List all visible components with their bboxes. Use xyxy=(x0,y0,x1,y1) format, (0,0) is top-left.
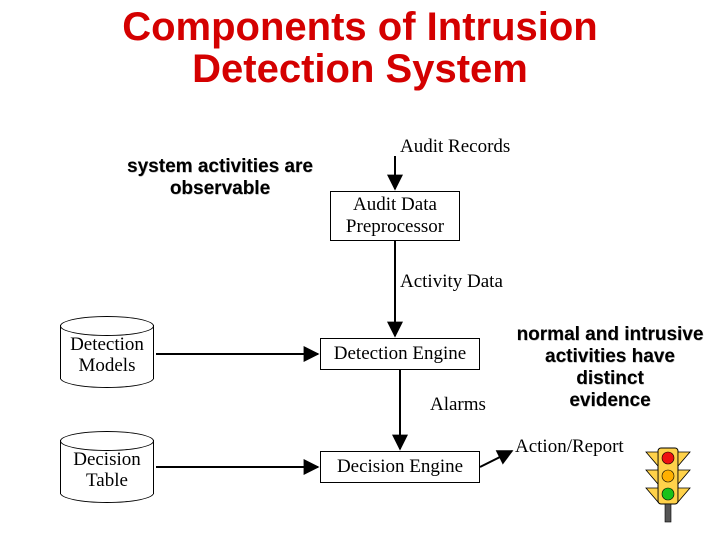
annotation-observable: system activities areobservable xyxy=(110,156,330,200)
label-activity-data: Activity Data xyxy=(400,271,503,293)
cylinder-detection-models: DetectionModels xyxy=(60,316,154,388)
box-detection-engine: Detection Engine xyxy=(320,338,480,370)
traffic-light-icon xyxy=(640,444,696,524)
box-decision-engine: Decision Engine xyxy=(320,451,480,483)
annotation-evidence: normal and intrusiveactivities have dist… xyxy=(510,324,710,411)
box-audit-preprocessor: Audit DataPreprocessor xyxy=(330,191,460,241)
page-title: Components of Intrusion Detection System xyxy=(0,6,720,90)
label-alarms: Alarms xyxy=(430,394,486,416)
cylinder-decision-table: DecisionTable xyxy=(60,431,154,503)
label-audit-records: Audit Records xyxy=(400,136,510,158)
label-action-report: Action/Report xyxy=(515,436,624,458)
